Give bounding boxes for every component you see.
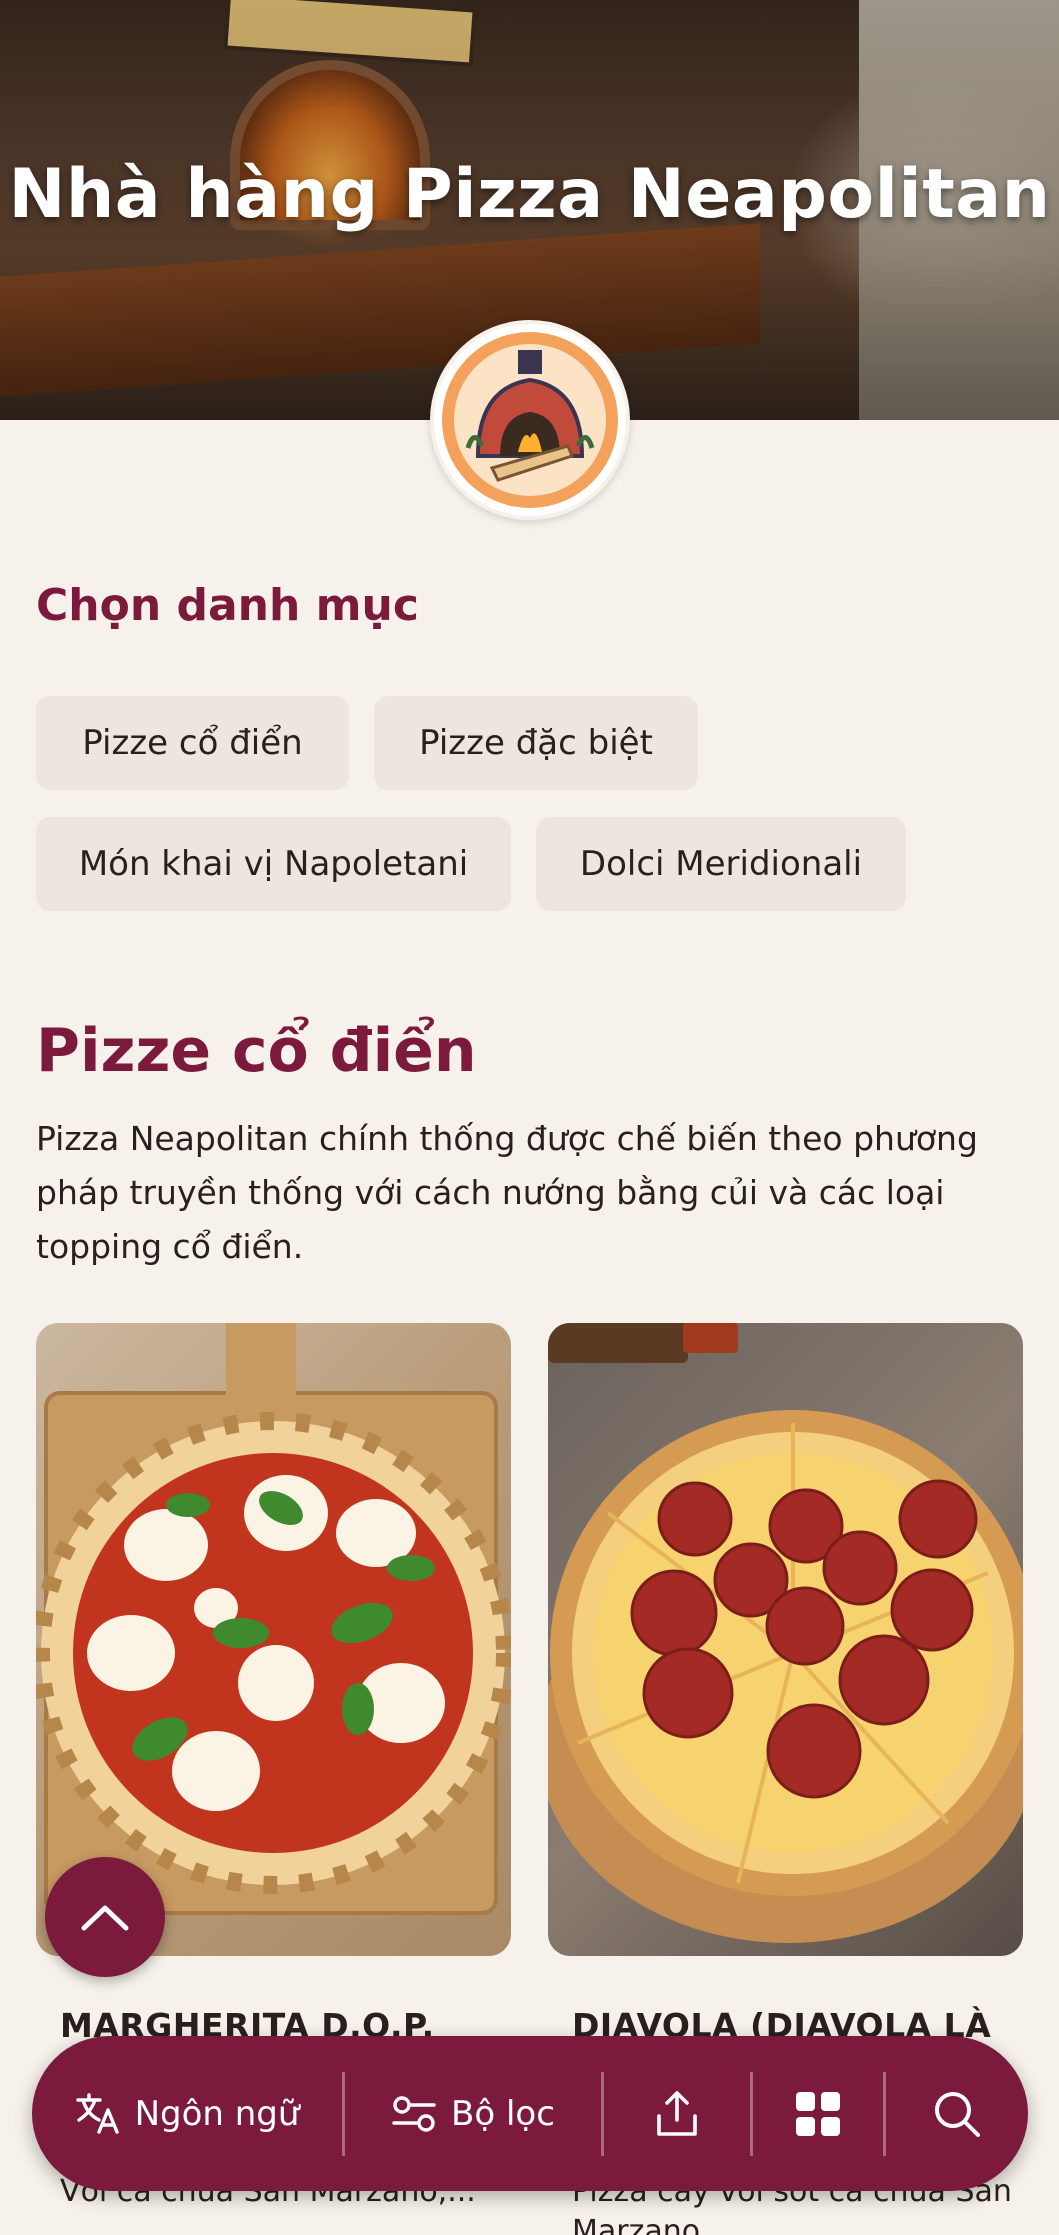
share-button[interactable] (604, 2036, 750, 2191)
translate-icon (75, 2092, 119, 2134)
filter-icon (392, 2095, 436, 2132)
product-image-diavola[interactable] (548, 1323, 1023, 1956)
category-chip-classic[interactable]: Pizze cổ điển (36, 696, 349, 790)
restaurant-title: Nhà hàng Pizza Neapolitan (8, 155, 1051, 234)
restaurant-logo (430, 320, 630, 520)
categories-heading: Chọn danh mục (36, 580, 419, 631)
category-chip-desserts[interactable]: Dolci Meridionali (536, 817, 906, 911)
filter-button[interactable]: Bộ lọc (345, 2036, 601, 2191)
section-description: Pizza Neapolitan chính thống được chế bi… (36, 1119, 978, 1266)
category-chip-appetizers[interactable]: Món khai vị Napoletani (36, 817, 511, 911)
pizza-oven-logo-icon (442, 332, 618, 508)
section-title: Pizze cổ điển (36, 1016, 477, 1086)
grid-icon (796, 2091, 840, 2136)
language-button[interactable]: Ngôn ngữ (32, 2036, 342, 2191)
search-button[interactable] (886, 2036, 1028, 2191)
filter-label: Bộ lọc (451, 2093, 555, 2134)
chevron-up-icon (81, 1905, 129, 1931)
bottom-action-bar: Ngôn ngữ Bộ lọc (32, 2036, 1028, 2191)
category-chip-special[interactable]: Pizze đặc biệt (374, 696, 698, 790)
scroll-to-top-button[interactable] (45, 1857, 165, 1977)
share-icon (657, 2090, 697, 2136)
pepperoni-pizza-icon (548, 1323, 1023, 1943)
search-icon (935, 2091, 980, 2137)
language-label: Ngôn ngữ (134, 2093, 300, 2134)
grid-view-button[interactable] (753, 2036, 883, 2191)
